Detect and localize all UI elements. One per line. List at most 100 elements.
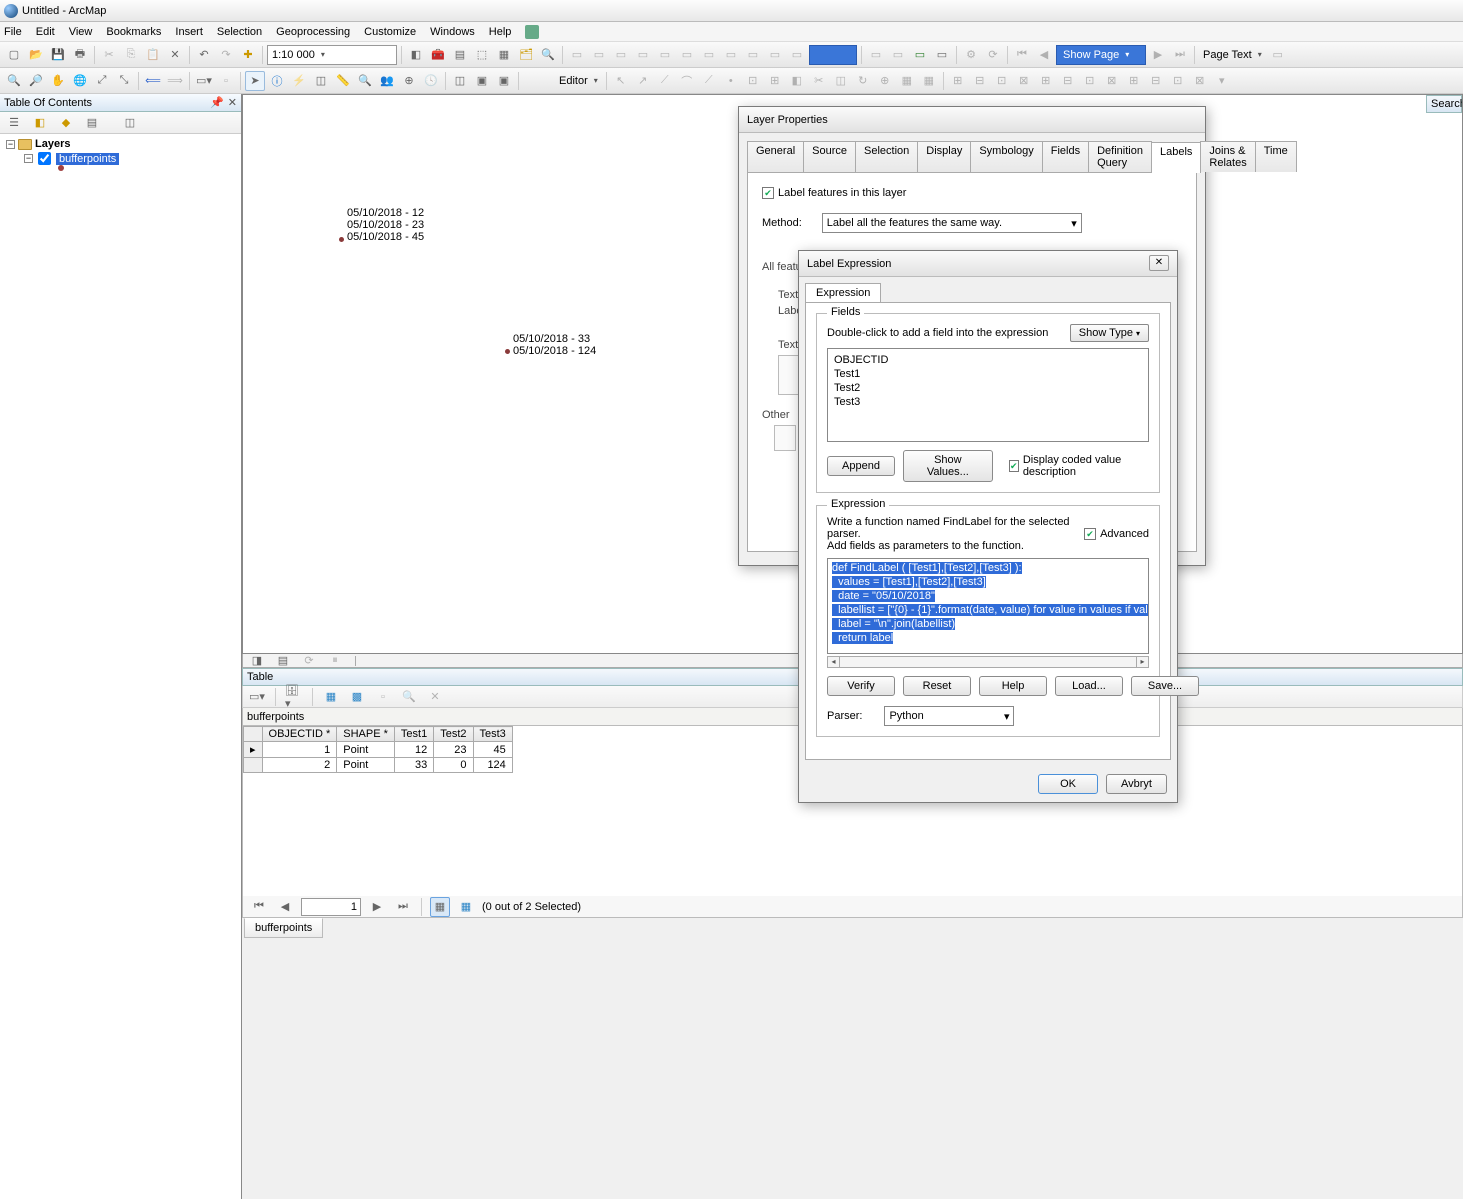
editor-tool-icon[interactable]: ⊞ (1036, 71, 1056, 91)
save-icon[interactable]: 💾 (48, 45, 68, 65)
list-by-drawing-icon[interactable]: ☰ (4, 113, 24, 133)
cancel-button[interactable]: Avbryt (1106, 774, 1167, 794)
print-icon[interactable]: 🖶 (70, 45, 90, 65)
zoom-sel-icon[interactable]: 🔍 (399, 687, 419, 707)
editor-tool-icon[interactable]: ↻ (853, 71, 873, 91)
next-extent-icon[interactable]: ⟹ (165, 71, 185, 91)
zoom-in-icon[interactable]: 🔍 (4, 71, 24, 91)
list-by-selection-icon[interactable]: ▤ (82, 113, 102, 133)
list-by-source-icon[interactable]: ◧ (30, 113, 50, 133)
layers-root[interactable]: Layers (35, 138, 70, 150)
pause-icon[interactable]: ⏸ (325, 651, 345, 671)
delete-icon[interactable]: ✕ (165, 45, 185, 65)
select-elements-icon[interactable]: ➤ (245, 71, 265, 91)
next-record-icon[interactable]: ▶ (367, 897, 387, 917)
tab-fields[interactable]: Fields (1042, 141, 1089, 172)
modelbuilder-icon[interactable]: ⬚ (472, 45, 492, 65)
collapse-icon[interactable]: − (24, 154, 33, 163)
menu-edit[interactable]: Edit (36, 26, 55, 38)
table-row[interactable]: ▸ 1Point 122345 (244, 742, 513, 758)
clear-selection-icon[interactable]: ▫ (216, 71, 236, 91)
save-button[interactable]: Save... (1131, 676, 1199, 696)
findroute-icon[interactable]: 👥 (377, 71, 397, 91)
editor-menu[interactable]: Editor▾ (555, 71, 602, 91)
fields-listbox[interactable]: OBJECTID Test1 Test2 Test3 (827, 348, 1149, 442)
field-item[interactable]: Test1 (834, 367, 1142, 381)
table-row[interactable]: 2Point 330124 (244, 758, 513, 773)
editor-tool-icon[interactable]: ↖ (611, 71, 631, 91)
layout-tool-icon[interactable]: ▭ (787, 45, 807, 65)
pagetext-tool-icon[interactable]: ▭ (1268, 45, 1288, 65)
layout-tool-icon[interactable]: ▭ (633, 45, 653, 65)
table-options-icon[interactable]: ▭▾ (247, 687, 267, 707)
layout-tool-icon[interactable]: ▭ (567, 45, 587, 65)
label-features-checkbox[interactable]: ✔ (762, 187, 774, 199)
catalog-icon[interactable]: 🗂 (516, 45, 536, 65)
layout-tool-icon[interactable]: ▭ (589, 45, 609, 65)
editor-tool-icon[interactable]: ⊡ (1080, 71, 1100, 91)
col-header[interactable]: Test2 (434, 727, 473, 742)
scale-combo[interactable]: 1:10 000▾ (267, 45, 397, 65)
editor-tool-icon[interactable]: ⟋ (699, 71, 719, 91)
ddp-combo[interactable]: x (809, 45, 857, 65)
fixed-zoom-out-icon[interactable]: ⤡ (114, 71, 134, 91)
tab-definition-query[interactable]: Definition Query (1088, 141, 1152, 172)
expression-textarea[interactable]: def FindLabel ( [Test1],[Test2],[Test3] … (827, 558, 1149, 654)
editor-tool-icon[interactable]: ⊡ (1168, 71, 1188, 91)
arccatalog-icon[interactable] (525, 25, 539, 39)
advanced-checkbox[interactable]: ✔ (1084, 528, 1096, 540)
search-pane-tab[interactable]: Search (1426, 95, 1462, 113)
layer-visibility-checkbox[interactable] (38, 152, 51, 165)
find-icon[interactable]: 🔍 (355, 71, 375, 91)
verify-button[interactable]: Verify (827, 676, 895, 696)
create-viewer-icon[interactable]: ◫ (450, 71, 470, 91)
editor-tool-icon[interactable]: ⊟ (970, 71, 990, 91)
editor-tool-icon[interactable]: ◧ (787, 71, 807, 91)
ok-button[interactable]: OK (1038, 774, 1098, 794)
layout-tool-icon[interactable]: ▭ (611, 45, 631, 65)
ddp-refresh-icon[interactable]: ⟳ (983, 45, 1003, 65)
delete-sel-icon[interactable]: ✕ (425, 687, 445, 707)
editor-tool-icon[interactable]: ⊞ (1124, 71, 1144, 91)
ddp-tool-icon[interactable]: ▭ (888, 45, 908, 65)
measure-icon[interactable]: 📏 (333, 71, 353, 91)
editor-tool-icon[interactable]: ▾ (1212, 71, 1232, 91)
layout-tool-icon[interactable]: ▭ (699, 45, 719, 65)
pin-icon[interactable]: 📌 (210, 96, 224, 109)
col-header[interactable]: Test1 (394, 727, 433, 742)
prev-page-icon[interactable]: ◀ (1034, 45, 1054, 65)
editor-tool-icon[interactable]: ◫ (831, 71, 851, 91)
last-page-icon[interactable]: ⏭ (1170, 45, 1190, 65)
layout-tool-icon[interactable]: ▭ (743, 45, 763, 65)
clear-sel-icon[interactable]: ▫ (373, 687, 393, 707)
layer-name[interactable]: bufferpoints (56, 153, 119, 165)
editor-tool-icon[interactable]: ⊡ (992, 71, 1012, 91)
ddp-tool-icon[interactable]: ▭ (910, 45, 930, 65)
editor-tool-icon[interactable]: • (721, 71, 741, 91)
editor-tool-icon[interactable]: ↗ (633, 71, 653, 91)
layout-tool-icon[interactable]: ▭ (765, 45, 785, 65)
editor-tool-icon[interactable]: ⊞ (948, 71, 968, 91)
menu-file[interactable]: File (4, 26, 22, 38)
hyperlink-icon[interactable]: ⚡ (289, 71, 309, 91)
list-by-visibility-icon[interactable]: ◆ (56, 113, 76, 133)
viewer-icon[interactable]: ▣ (472, 71, 492, 91)
add-data-icon[interactable]: ✚ (238, 45, 258, 65)
last-record-icon[interactable]: ⏭ (393, 897, 413, 917)
identify-icon[interactable]: ⓘ (267, 71, 287, 91)
first-page-icon[interactable]: ⏮ (1012, 45, 1032, 65)
table-tab[interactable]: bufferpoints (244, 918, 323, 938)
pan-icon[interactable]: ✋ (48, 71, 68, 91)
tab-general[interactable]: General (747, 141, 804, 172)
show-all-icon[interactable]: ▦ (430, 897, 450, 917)
editor-tool-icon[interactable]: ⊟ (1146, 71, 1166, 91)
editor-tool-icon[interactable]: ⊞ (765, 71, 785, 91)
layout-tool-icon[interactable]: ▭ (677, 45, 697, 65)
method-dropdown[interactable]: Label all the features the same way.▾ (822, 213, 1082, 233)
viewer2-icon[interactable]: ▣ (494, 71, 514, 91)
tab-source[interactable]: Source (803, 141, 856, 172)
help-button[interactable]: Help (979, 676, 1047, 696)
tab-expression[interactable]: Expression (805, 283, 881, 302)
select-features-icon[interactable]: ▭▾ (194, 71, 214, 91)
menu-windows[interactable]: Windows (430, 26, 475, 38)
